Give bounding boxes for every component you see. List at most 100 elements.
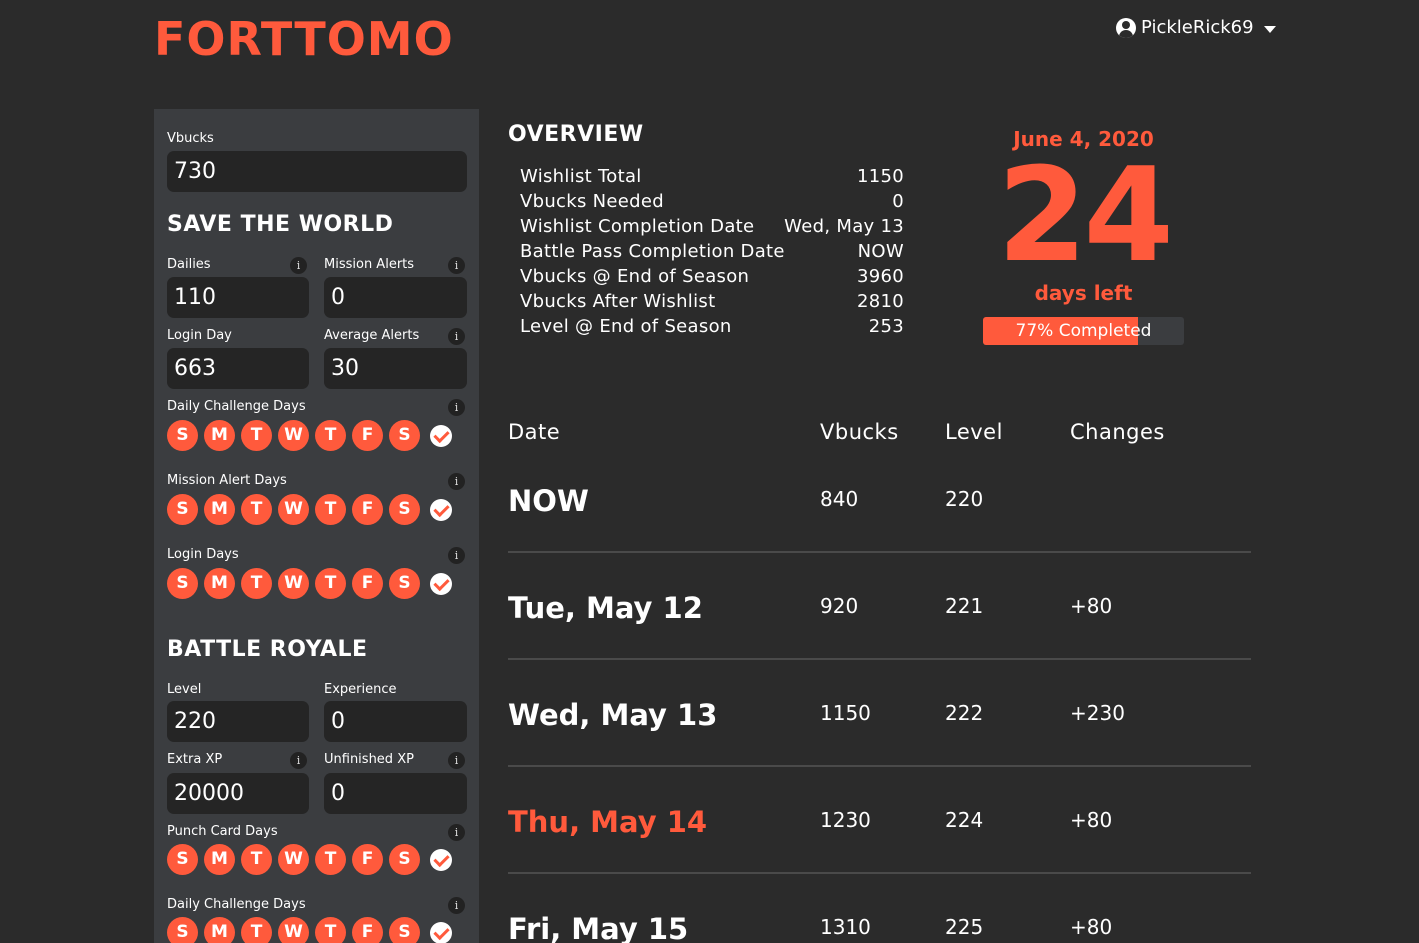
mission-alert-days-label: Mission Alert Days (167, 473, 287, 488)
experience-label: Experience (324, 682, 397, 697)
row-changes: +80 (1070, 915, 1113, 939)
br-daily-challenge-day-picker: S M T W T F S (167, 917, 452, 943)
select-all-check-icon[interactable] (430, 424, 452, 447)
day-toggle-sat[interactable]: S (389, 494, 420, 525)
day-toggle-wed[interactable]: W (278, 494, 309, 525)
day-toggle-sat[interactable]: S (389, 844, 420, 875)
info-icon[interactable]: i (448, 473, 465, 490)
day-toggle-wed[interactable]: W (278, 568, 309, 599)
overview-title: OVERVIEW (508, 122, 644, 147)
level-label: Level (167, 682, 202, 697)
unfinished-xp-input[interactable]: 0 (324, 773, 467, 814)
overview-value: Wed, May 13 (784, 216, 904, 237)
row-vbucks: 840 (820, 487, 859, 511)
login-day-label: Login Day (167, 328, 232, 343)
day-toggle-thu[interactable]: T (315, 494, 346, 525)
overview-row: Level @ End of Season 253 (520, 316, 904, 337)
day-toggle-mon[interactable]: M (204, 844, 235, 875)
day-toggle-sat[interactable]: S (389, 420, 420, 451)
select-all-check-icon[interactable] (430, 572, 452, 595)
average-alerts-input[interactable]: 30 (324, 348, 467, 389)
row-changes: +80 (1070, 808, 1113, 832)
row-vbucks: 920 (820, 594, 859, 618)
row-vbucks: 1310 (820, 915, 871, 939)
dailies-label: Dailies (167, 257, 211, 272)
days-left-number: 24 (997, 139, 1174, 291)
overview-value: 1150 (856, 166, 904, 187)
login-day-input[interactable]: 663 (167, 348, 309, 389)
day-toggle-thu[interactable]: T (315, 917, 346, 943)
overview-label: Wishlist Total (520, 166, 642, 187)
row-divider (508, 765, 1251, 767)
day-toggle-sun[interactable]: S (167, 494, 198, 525)
day-toggle-sat[interactable]: S (389, 917, 420, 943)
day-toggle-tue[interactable]: T (241, 420, 272, 451)
row-date: NOW (508, 484, 589, 518)
overview-value: 3960 (856, 266, 904, 287)
info-icon[interactable]: i (448, 824, 465, 841)
extra-xp-input[interactable]: 20000 (167, 773, 309, 814)
unfinished-xp-label: Unfinished XP (324, 752, 414, 767)
app-logo[interactable]: FORTTOMO (154, 12, 454, 66)
row-changes: +230 (1070, 701, 1125, 725)
info-icon[interactable]: i (448, 897, 465, 914)
dailies-input[interactable]: 110 (167, 277, 309, 318)
day-toggle-fri[interactable]: F (352, 844, 383, 875)
column-header-changes: Changes (1070, 420, 1165, 444)
day-toggle-wed[interactable]: W (278, 420, 309, 451)
day-toggle-fri[interactable]: F (352, 568, 383, 599)
day-toggle-sun[interactable]: S (167, 420, 198, 451)
day-toggle-wed[interactable]: W (278, 917, 309, 943)
day-toggle-fri[interactable]: F (352, 917, 383, 943)
experience-input[interactable]: 0 (324, 701, 467, 742)
day-toggle-fri[interactable]: F (352, 494, 383, 525)
day-toggle-mon[interactable]: M (204, 917, 235, 943)
select-all-check-icon[interactable] (430, 921, 452, 943)
info-icon[interactable]: i (290, 752, 307, 769)
overview-label: Battle Pass Completion Date (520, 241, 785, 262)
progress-text: 77% Completed (1015, 321, 1152, 341)
day-toggle-mon[interactable]: M (204, 420, 235, 451)
row-divider (508, 551, 1251, 553)
column-header-date: Date (508, 420, 561, 444)
info-icon[interactable]: i (448, 257, 465, 274)
day-toggle-fri[interactable]: F (352, 420, 383, 451)
row-level: 220 (945, 487, 984, 511)
level-input[interactable]: 220 (167, 701, 309, 742)
row-divider (508, 872, 1251, 874)
overview-row: Battle Pass Completion Date NOW (520, 241, 904, 262)
info-icon[interactable]: i (448, 399, 465, 416)
info-icon[interactable]: i (448, 752, 465, 769)
day-toggle-sun[interactable]: S (167, 844, 198, 875)
br-punch-card-day-picker: S M T W T F S (167, 844, 452, 875)
day-toggle-tue[interactable]: T (241, 917, 272, 943)
select-all-check-icon[interactable] (430, 848, 452, 871)
day-toggle-tue[interactable]: T (241, 844, 272, 875)
day-toggle-mon[interactable]: M (204, 494, 235, 525)
info-icon[interactable]: i (290, 257, 307, 274)
row-level: 222 (945, 701, 984, 725)
overview-label: Wishlist Completion Date (520, 216, 755, 237)
vbucks-input[interactable]: 730 (167, 151, 467, 192)
row-divider (508, 658, 1251, 660)
stw-daily-challenge-day-picker: S M T W T F S (167, 420, 452, 451)
overview-row: Wishlist Completion Date Wed, May 13 (520, 216, 904, 237)
day-toggle-wed[interactable]: W (278, 844, 309, 875)
overview-label: Vbucks After Wishlist (520, 291, 716, 312)
day-toggle-sun[interactable]: S (167, 568, 198, 599)
info-icon[interactable]: i (448, 547, 465, 564)
overview-value: 2810 (856, 291, 904, 312)
day-toggle-sat[interactable]: S (389, 568, 420, 599)
user-menu[interactable]: PickleRick69 (1116, 17, 1276, 38)
mission-alerts-input[interactable]: 0 (324, 277, 467, 318)
info-icon[interactable]: i (448, 328, 465, 345)
day-toggle-tue[interactable]: T (241, 494, 272, 525)
column-header-vbucks: Vbucks (820, 420, 899, 444)
day-toggle-thu[interactable]: T (315, 568, 346, 599)
select-all-check-icon[interactable] (430, 498, 452, 521)
day-toggle-thu[interactable]: T (315, 844, 346, 875)
day-toggle-mon[interactable]: M (204, 568, 235, 599)
day-toggle-tue[interactable]: T (241, 568, 272, 599)
day-toggle-sun[interactable]: S (167, 917, 198, 943)
day-toggle-thu[interactable]: T (315, 420, 346, 451)
